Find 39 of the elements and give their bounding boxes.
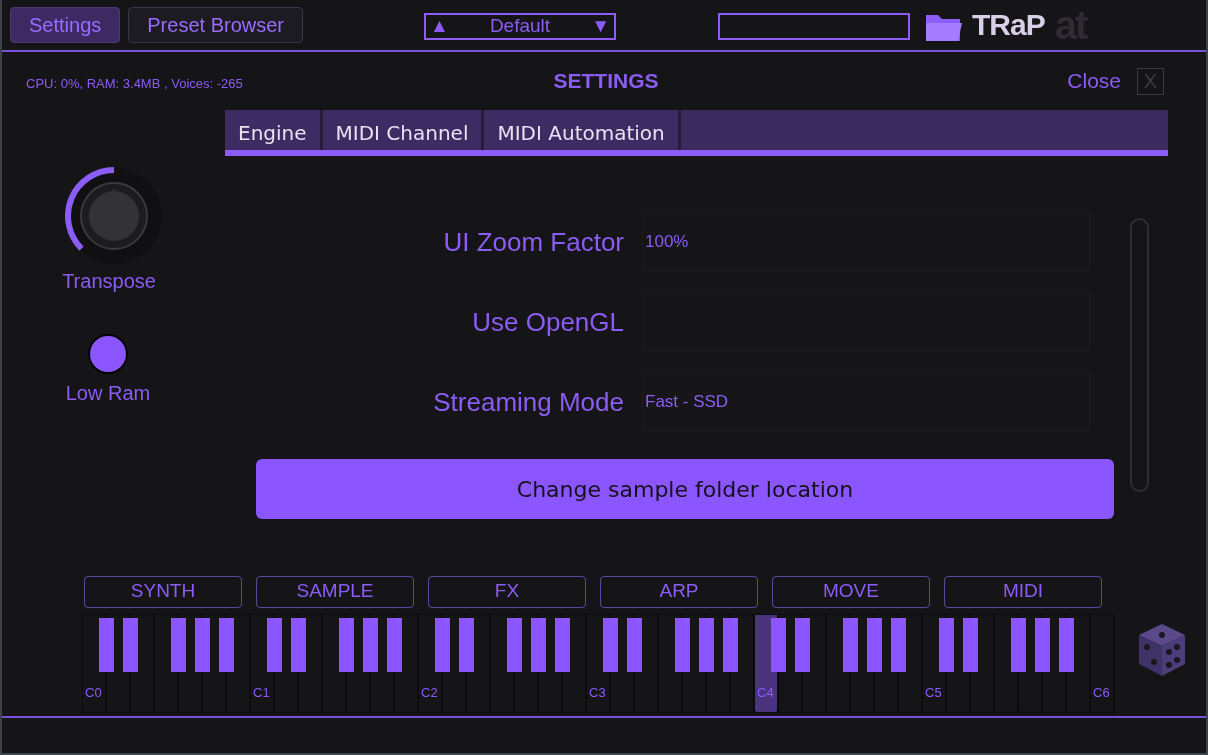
note-label: C3 bbox=[589, 683, 606, 702]
status-text: CPU: 0%, RAM: 3.4MB , Voices: -265 bbox=[26, 75, 244, 94]
category-tab[interactable]: MIDI bbox=[944, 576, 1102, 608]
toggle-label: Low Ram bbox=[65, 381, 151, 406]
knob[interactable] bbox=[64, 166, 164, 266]
category-tab[interactable]: ARP bbox=[600, 576, 758, 608]
search-field[interactable] bbox=[718, 13, 910, 40]
tab[interactable]: Engine bbox=[225, 110, 323, 150]
category-tab[interactable]: SYNTH bbox=[84, 576, 242, 608]
tab[interactable]: Settings bbox=[10, 7, 121, 43]
category-tab[interactable]: SAMPLE bbox=[256, 576, 414, 608]
setting-label: Use OpenGL bbox=[471, 305, 624, 339]
note-label: C6 bbox=[1093, 683, 1110, 702]
setting-value[interactable]: Fast - SSD bbox=[642, 372, 1090, 432]
note-label: C0 bbox=[85, 683, 102, 702]
preset-selector[interactable]: ▲ Default ▼ bbox=[424, 13, 616, 40]
preset-name: Default bbox=[489, 15, 551, 38]
knob-label: Transpose bbox=[62, 269, 156, 294]
tab[interactable]: MIDI Automation bbox=[484, 110, 681, 150]
folder-button[interactable]: Change sample folder location bbox=[256, 459, 1114, 519]
setting-label: UI Zoom Factor bbox=[442, 225, 624, 259]
prev-arrow[interactable]: ▲ bbox=[430, 15, 449, 38]
note-label: C5 bbox=[925, 683, 942, 702]
note-label: C2 bbox=[421, 683, 438, 702]
brand-logo: TRaP bbox=[972, 7, 1045, 43]
close-link[interactable]: Close bbox=[1067, 65, 1121, 97]
note-label: C4 bbox=[757, 683, 774, 702]
tab[interactable]: Preset Browser bbox=[128, 7, 303, 43]
category-tab[interactable]: FX bbox=[428, 576, 586, 608]
scrollbar[interactable] bbox=[1130, 218, 1149, 492]
note-label: C1 bbox=[253, 683, 270, 702]
tab[interactable]: MIDI Channel bbox=[322, 110, 485, 150]
next-arrow[interactable]: ▼ bbox=[591, 15, 610, 38]
category-tab[interactable]: MOVE bbox=[772, 576, 930, 608]
panel-title: SETTINGS bbox=[552, 68, 660, 95]
setting-value[interactable]: 100% bbox=[642, 212, 1090, 272]
piano-key[interactable]: C6 bbox=[1090, 614, 1114, 713]
setting-label: Streaming Mode bbox=[432, 385, 624, 419]
toggle-button[interactable] bbox=[88, 334, 128, 374]
